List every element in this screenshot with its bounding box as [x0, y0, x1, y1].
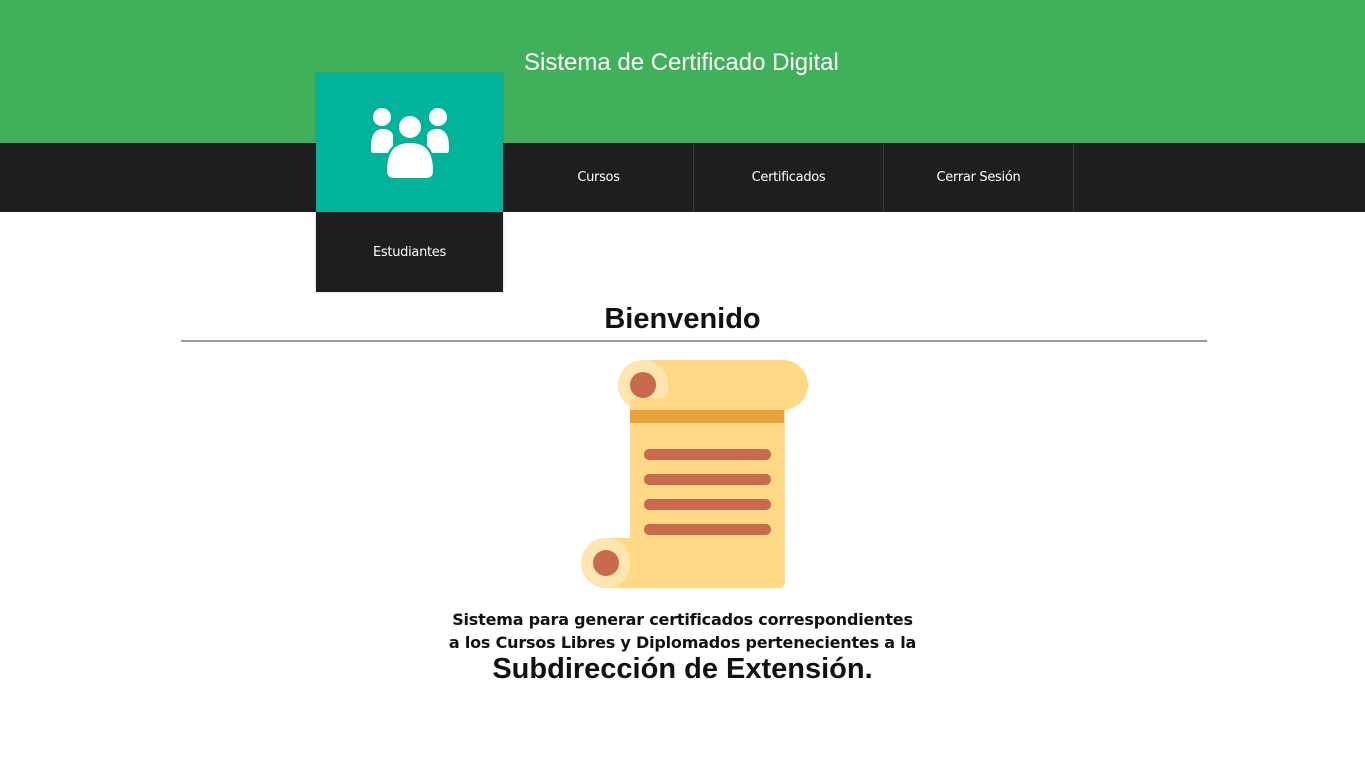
- welcome-heading: Bienvenido: [604, 303, 761, 335]
- heading-divider: [181, 340, 1207, 342]
- students-tile-label: Estudiantes: [316, 212, 503, 292]
- nav-item-estudiantes[interactable]: Estudiantes: [316, 73, 503, 292]
- site-title: Sistema de Certificado Digital: [524, 49, 839, 76]
- scroll-certificate-icon: [581, 360, 808, 588]
- users-group-icon: [371, 108, 449, 180]
- department-name: Subdirección de Extensión.: [492, 653, 873, 685]
- nav-item-certificados[interactable]: Certificados: [694, 143, 884, 212]
- nav-item-cursos[interactable]: Cursos: [504, 143, 694, 212]
- description-line-2: a los Cursos Libres y Diplomados pertene…: [448, 633, 917, 652]
- description-line-1: Sistema para generar certificados corres…: [452, 610, 913, 629]
- students-tile-icon-area: [316, 73, 503, 212]
- nav-item-cerrar-sesion[interactable]: Cerrar Sesión: [884, 143, 1074, 212]
